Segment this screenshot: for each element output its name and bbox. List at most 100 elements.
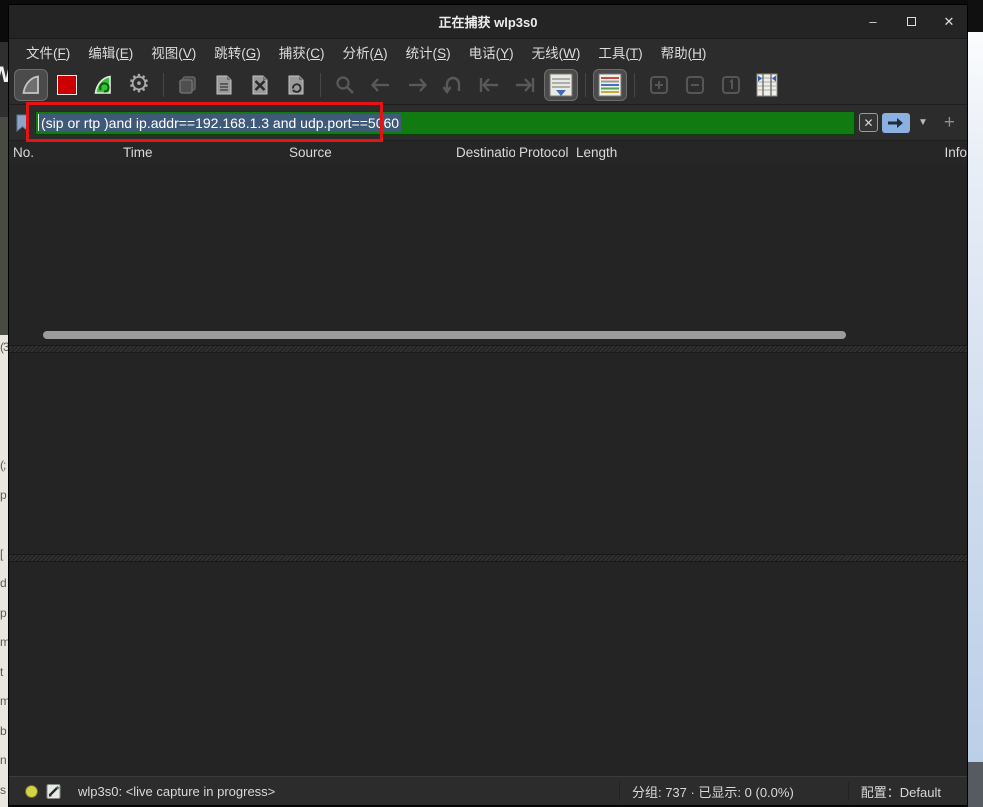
packet-list-pane[interactable] xyxy=(9,164,967,345)
menu-item[interactable]: 捕获(C) xyxy=(270,40,334,64)
menu-mnemonic: G xyxy=(246,46,257,61)
toolbar-separator xyxy=(634,73,635,97)
menu-item[interactable]: 工具(T) xyxy=(589,40,651,64)
menu-item[interactable]: 跳转(G) xyxy=(205,40,270,64)
filter-text-selected: (sip or rtp )and ip.addr==192.168.1.3 an… xyxy=(39,114,401,132)
packet-details-pane[interactable] xyxy=(9,353,967,554)
menu-label: ) xyxy=(192,46,197,61)
background-letter: W xyxy=(0,62,8,88)
column-header[interactable]: No. xyxy=(9,145,119,160)
open-file-button[interactable] xyxy=(171,69,205,101)
zoom-out-button[interactable] xyxy=(678,69,712,101)
menu-mnemonic: E xyxy=(120,46,129,61)
column-header[interactable]: Destination xyxy=(452,145,515,160)
apply-filter-button[interactable] xyxy=(882,113,910,133)
go-last-button[interactable] xyxy=(508,69,542,101)
expert-info-icon[interactable] xyxy=(25,785,38,798)
search-icon xyxy=(334,74,356,96)
menu-label: 分析( xyxy=(343,46,375,61)
go-back-button[interactable] xyxy=(364,69,398,101)
menu-item[interactable]: 文件(F) xyxy=(17,40,79,64)
jump-arrow-icon xyxy=(441,75,465,95)
pane-splitter[interactable] xyxy=(9,554,967,562)
go-forward-button[interactable] xyxy=(400,69,434,101)
profile-text[interactable]: 配置：Default xyxy=(848,782,941,801)
status-bar: wlp3s0: <live capture in progress> 分组: 7… xyxy=(9,776,967,805)
zoom-out-icon xyxy=(685,75,705,95)
colorize-icon xyxy=(597,72,623,98)
maximize-button[interactable] xyxy=(903,14,919,30)
column-header[interactable]: Length xyxy=(572,145,940,160)
pane-splitter[interactable] xyxy=(9,345,967,353)
minimize-button[interactable]: – xyxy=(865,14,881,30)
auto-scroll-icon xyxy=(548,72,574,98)
clear-filter-button[interactable]: ✕ xyxy=(859,113,878,132)
menu-label: 帮助( xyxy=(661,46,693,61)
background-document-fragment: (3 (; p [ d p m t m b n s xyxy=(0,335,8,807)
auto-scroll-button[interactable] xyxy=(544,69,578,101)
restart-capture-button[interactable] xyxy=(86,69,120,101)
menu-label: 跳转( xyxy=(214,46,246,61)
column-header[interactable]: Protocol xyxy=(515,145,572,160)
scrollbar-thumb[interactable] xyxy=(43,331,846,339)
arrow-right-icon xyxy=(405,75,429,95)
save-file-icon xyxy=(213,74,235,96)
menu-mnemonic: A xyxy=(374,46,383,61)
menu-item[interactable]: 帮助(H) xyxy=(652,40,716,64)
go-first-button[interactable] xyxy=(472,69,506,101)
reload-file-button[interactable] xyxy=(279,69,313,101)
column-header[interactable]: Info xyxy=(940,145,967,160)
column-header[interactable]: Time xyxy=(119,145,285,160)
horizontal-scrollbar[interactable] xyxy=(9,328,967,342)
capture-comment-icon[interactable] xyxy=(46,783,62,800)
column-header[interactable]: Source xyxy=(285,145,452,160)
add-filter-button[interactable]: + xyxy=(944,112,955,134)
toolbar-separator xyxy=(320,73,321,97)
desktop-wallpaper-shadow xyxy=(968,762,983,807)
find-packet-button[interactable] xyxy=(328,69,362,101)
wireshark-window: 正在捕获 wlp3s0 – ✕ 文件(F)编辑(E)视图(V)跳转(G)捕获(C… xyxy=(8,4,968,806)
menu-mnemonic: H xyxy=(692,46,702,61)
apply-arrow-icon xyxy=(887,117,905,129)
titlebar[interactable]: 正在捕获 wlp3s0 – ✕ xyxy=(9,5,967,39)
zoom-original-button[interactable] xyxy=(714,69,748,101)
resize-columns-button[interactable] xyxy=(750,69,784,101)
filter-input[interactable]: (sip or rtp )and ip.addr==192.168.1.3 an… xyxy=(35,111,855,135)
start-capture-button[interactable] xyxy=(14,69,48,101)
background-window-fragment xyxy=(0,117,8,335)
go-to-packet-button[interactable] xyxy=(436,69,470,101)
filter-dropdown-arrow[interactable]: ▼ xyxy=(914,117,932,128)
open-file-icon xyxy=(177,74,199,96)
menu-label: ) xyxy=(129,46,134,61)
arrow-left-icon xyxy=(369,75,393,95)
stop-capture-button[interactable] xyxy=(50,69,84,101)
menu-item[interactable]: 电话(Y) xyxy=(460,40,523,64)
menu-label: 编辑( xyxy=(88,46,120,61)
packet-list-header: No.TimeSourceDestinationProtocolLengthIn… xyxy=(9,141,967,164)
menu-item[interactable]: 无线(W) xyxy=(523,40,590,64)
menu-mnemonic: S xyxy=(437,46,446,61)
menu-mnemonic: Y xyxy=(500,46,509,61)
close-button[interactable]: ✕ xyxy=(941,14,957,30)
save-file-button[interactable] xyxy=(207,69,241,101)
restart-fin-icon xyxy=(91,73,115,97)
menu-label: 统计( xyxy=(406,46,438,61)
packet-bytes-pane[interactable] xyxy=(9,562,967,776)
menu-item[interactable]: 编辑(E) xyxy=(79,40,142,64)
colorize-button[interactable] xyxy=(593,69,627,101)
menu-item[interactable]: 分析(A) xyxy=(334,40,397,64)
menu-label: ) xyxy=(638,46,643,61)
background-text-fragments: (3 (; p [ d p m t m b n s xyxy=(0,335,8,805)
menu-mnemonic: F xyxy=(58,46,66,61)
menu-item[interactable]: 视图(V) xyxy=(142,40,205,64)
menu-label: 捕获( xyxy=(279,46,311,61)
menu-item[interactable]: 统计(S) xyxy=(397,40,460,64)
menu-label: ) xyxy=(702,46,707,61)
zoom-in-button[interactable] xyxy=(642,69,676,101)
capture-options-button[interactable]: ⚙ xyxy=(122,69,156,101)
menu-label: 视图( xyxy=(151,46,183,61)
capture-status-text: wlp3s0: <live capture in progress> xyxy=(78,784,275,799)
filter-bookmark-icon[interactable] xyxy=(14,113,31,133)
close-file-button[interactable] xyxy=(243,69,277,101)
last-packet-icon xyxy=(513,75,537,95)
